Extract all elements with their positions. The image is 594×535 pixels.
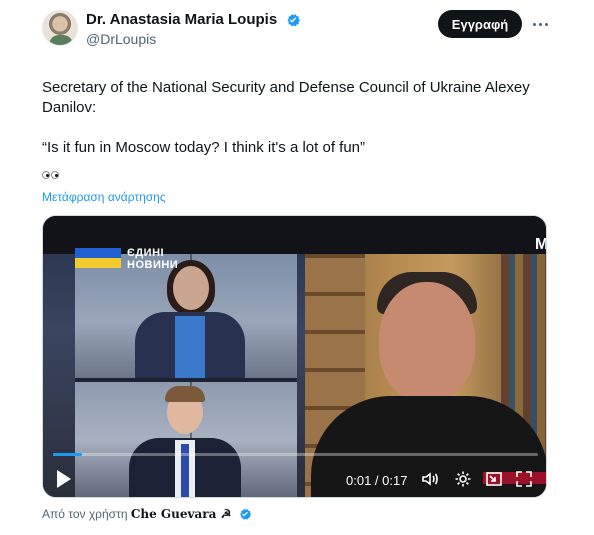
more-options-icon[interactable]: [530, 14, 550, 34]
volume-icon[interactable]: [421, 470, 439, 488]
subscribe-button[interactable]: Εγγραφή: [438, 10, 522, 38]
author-names: Dr. Anastasia Maria Loupis @DrLoupis: [86, 10, 301, 48]
settings-gear-icon[interactable]: [454, 470, 472, 488]
fullscreen-icon[interactable]: [515, 470, 533, 488]
video-time-display: 0:01 / 0:17: [346, 473, 408, 488]
video-controls: 0:01 / 0:17: [43, 461, 546, 497]
author-handle[interactable]: @DrLoupis: [86, 30, 301, 48]
attribution-prefix: Από τον χρήστη: [42, 507, 128, 521]
verified-badge-icon: [239, 508, 251, 520]
verified-badge-icon: [286, 13, 300, 26]
tweet-line-1: [42, 58, 552, 78]
tweet-quote: “Is it fun in Moscow today? I think it's…: [42, 139, 366, 156]
pip-icon[interactable]: [485, 470, 503, 488]
video-progress-bar[interactable]: [53, 453, 538, 456]
channel-logo-text: ЄДИНІ НОВИНИ: [127, 247, 179, 271]
tweet-text: Secretary of the National Security and D…: [42, 58, 552, 158]
translate-post-link[interactable]: Μετάφραση ανάρτησης: [42, 190, 166, 204]
eyes-emoji-icon: [42, 168, 60, 182]
avatar[interactable]: [42, 10, 78, 46]
author-display-name[interactable]: Dr. Anastasia Maria Loupis: [86, 10, 277, 29]
video-player[interactable]: ЄДИНІ НОВИНИ M 0:01 / 0:17: [42, 215, 547, 498]
play-icon[interactable]: [55, 469, 73, 489]
attribution-author[interactable]: Che Guevara ☭: [131, 507, 231, 521]
tweet-header: Dr. Anastasia Maria Loupis @DrLoupis Εγγ…: [42, 8, 552, 48]
channel-flag-logo: [75, 248, 121, 268]
video-attribution: Από τον χρήστη Che Guevara ☭: [42, 506, 252, 522]
corner-channel-badge: M: [535, 236, 547, 253]
ukraine-flag-icon: [42, 61, 60, 73]
tweet-line-1-text: Secretary of the National Security and D…: [42, 79, 530, 116]
